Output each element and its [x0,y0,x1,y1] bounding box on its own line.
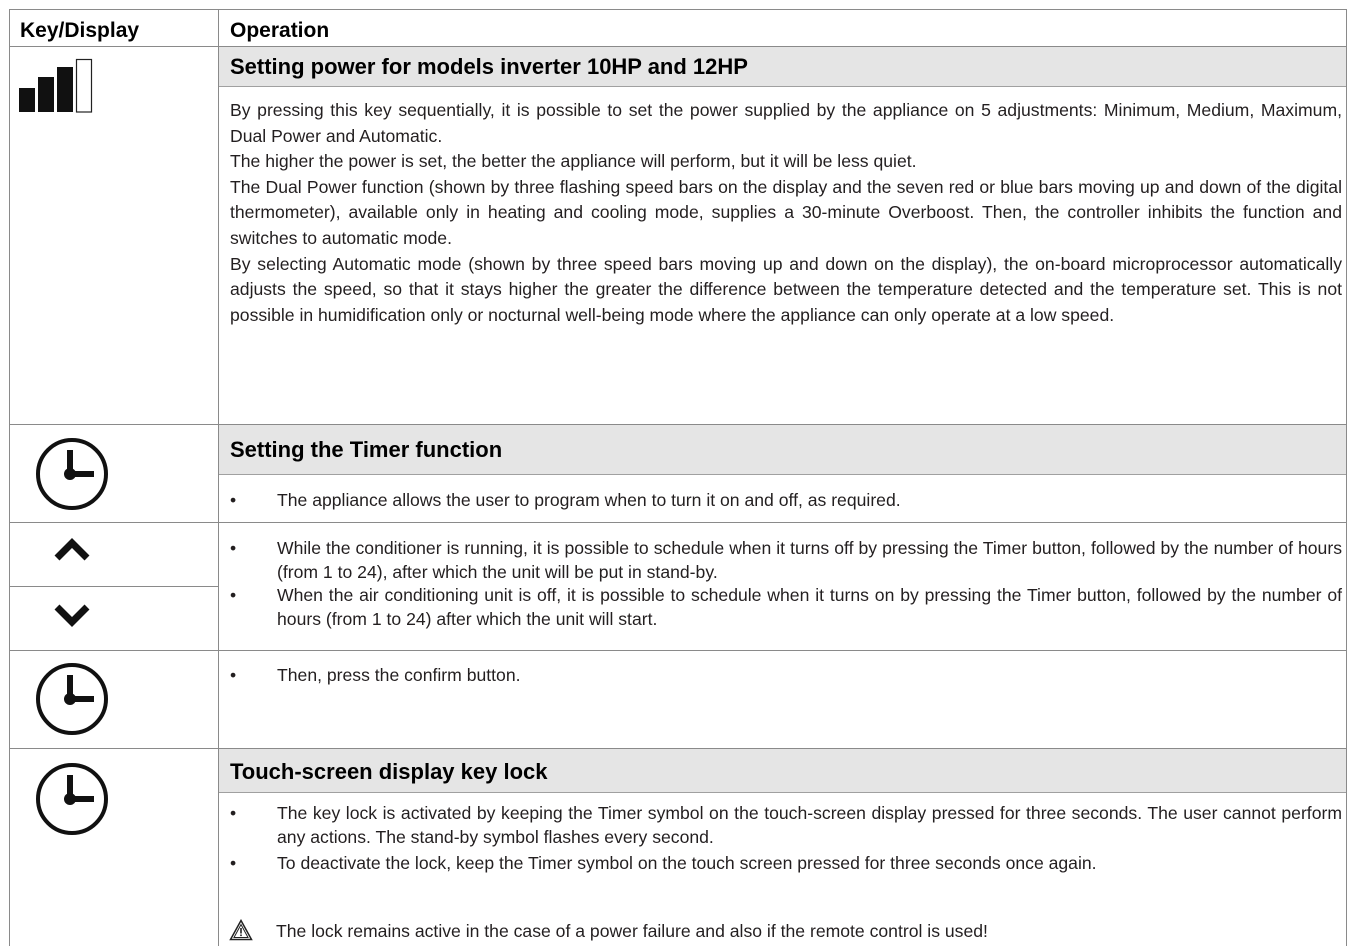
bullet-dot: • [230,538,237,558]
power-description: By pressing this key sequentially, it is… [230,98,1342,328]
table-header-row: Key/Display Operation [10,10,1346,47]
power-level-bars-icon [19,58,93,113]
power-paragraph: The higher the power is set, the better … [230,151,917,172]
power-paragraph: The Dual Power function (shown by three … [230,176,1342,248]
confirm-bullet-text: Then, press the confirm button. [277,665,521,685]
clock-icon [36,438,108,510]
power-section-title: Setting power for models inverter 10HP a… [219,47,1346,87]
arrow-divider [10,586,218,587]
list-item: • When the air conditioning unit is off, … [230,584,1342,631]
lock-section-title: Touch-screen display key lock [219,749,1346,793]
bullet-dot: • [230,853,237,873]
list-item: • Then, press the confirm button. [230,664,1342,688]
list-item: • To deactivate the lock, keep the Timer … [230,852,1342,876]
chevron-up-icon [54,538,90,561]
chevron-down-icon [54,604,90,627]
clock-icon [36,763,108,835]
bullet-dot: • [230,665,237,685]
warning-triangle-icon [229,919,253,941]
bullet-dot: • [230,803,237,823]
arrows-bullet-text: When the air conditioning unit is off, i… [277,585,1342,629]
arrows-bullet-text: While the conditioner is running, it is … [277,538,1342,582]
header-key-display: Key/Display [20,19,140,42]
power-paragraph: By selecting Automatic mode (shown by th… [230,253,1342,325]
list-item: • While the conditioner is running, it is… [230,537,1342,584]
timer-bullet-text: The appliance allows the user to program… [277,490,901,510]
lock-bullet-text: The key lock is activated by keeping the… [277,803,1342,847]
list-item: • The appliance allows the user to progra… [230,489,1342,513]
bullet-dot: • [230,490,237,510]
key-operation-table: Key/Display Operation Setting power for … [9,9,1347,946]
timer-section-title: Setting the Timer function [219,425,1346,475]
arrows-bullet-list: • While the conditioner is running, it is… [230,537,1342,631]
lock-bullet-list: • The key lock is activated by keeping th… [230,802,1342,876]
bullet-dot: • [230,585,237,605]
lock-bullet-text: To deactivate the lock, keep the Timer s… [277,853,1097,873]
list-item: • The key lock is activated by keeping th… [230,802,1342,849]
lock-warning-text: The lock remains active in the case of a… [276,921,988,941]
header-operation: Operation [230,19,330,42]
power-paragraph: By pressing this key sequentially, it is… [230,100,1342,146]
clock-icon [36,663,108,735]
timer-bullet-list: • The appliance allows the user to progra… [230,489,1342,513]
confirm-bullet-list: • Then, press the confirm button. [230,664,1342,688]
